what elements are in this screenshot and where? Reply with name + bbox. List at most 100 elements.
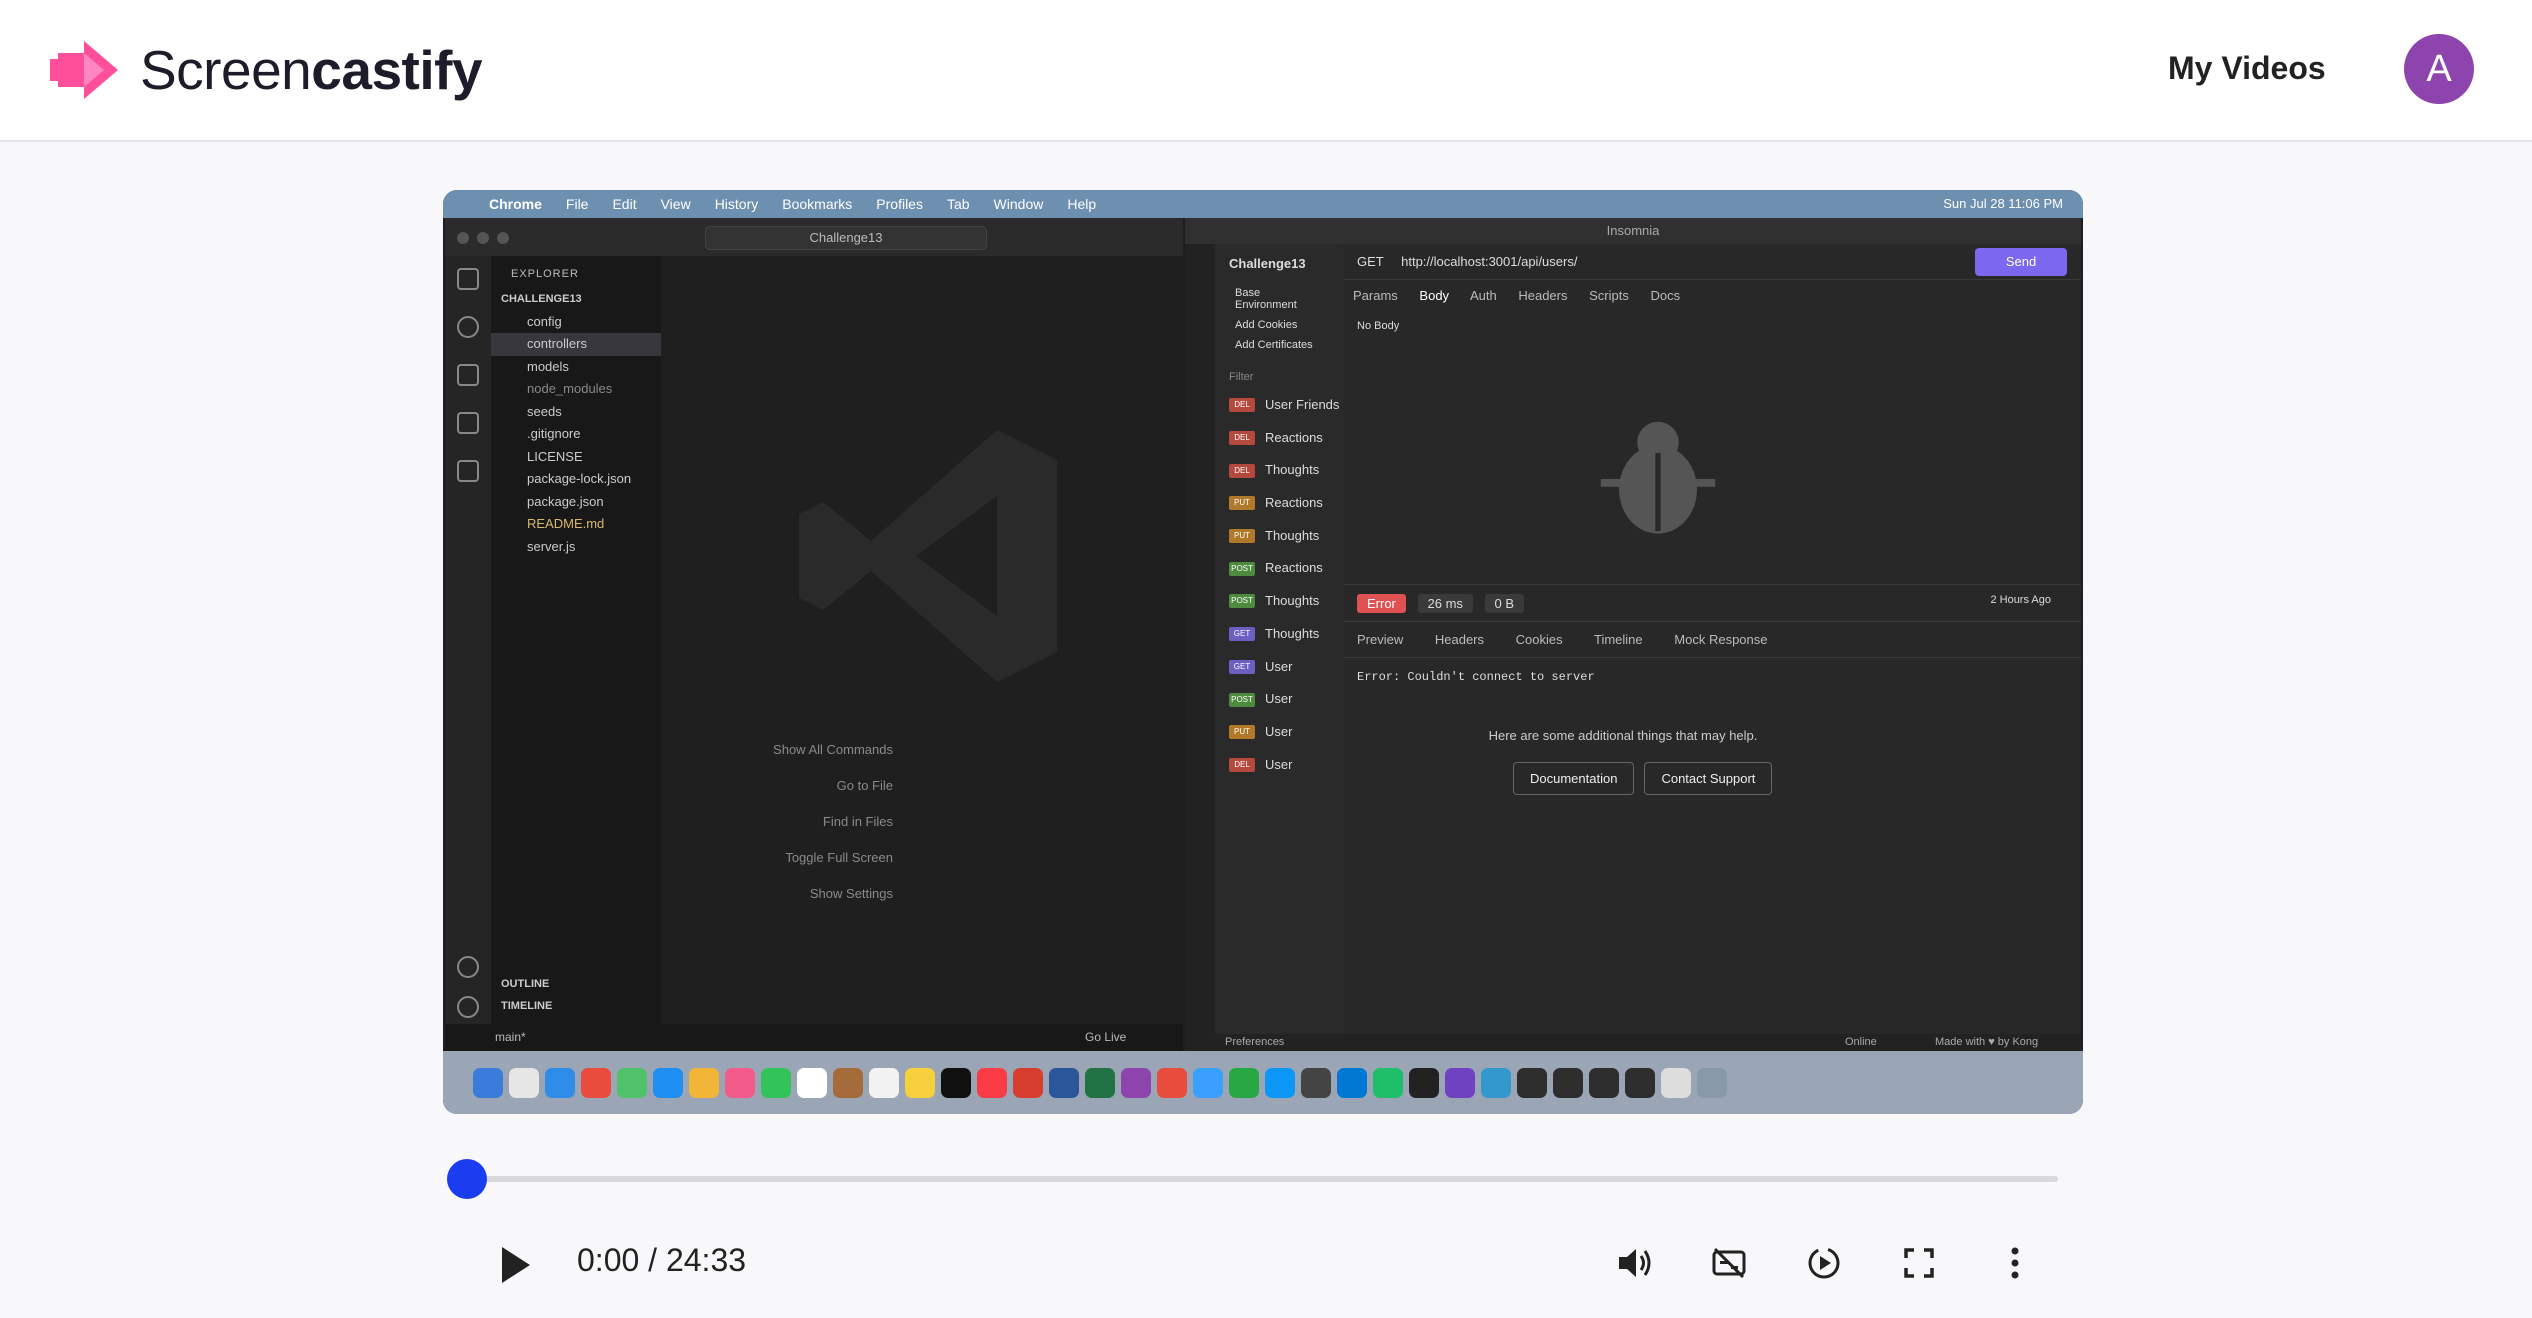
tab-scripts: Scripts [1589,288,1629,303]
avatar[interactable]: A [2404,34,2474,104]
request-item: DEL User [1215,749,1343,782]
volume-button[interactable] [1610,1238,1660,1288]
menu-item: Bookmarks [782,196,853,212]
file-item: package.json [527,493,604,509]
method-badge: GET [1229,627,1255,642]
request-item: POST User [1215,683,1343,716]
source-control-icon [457,364,479,386]
brand-logo[interactable]: Screencastify [48,38,483,102]
help-buttons: Documentation Contact Support [1513,762,1773,795]
body-type: No Body [1357,320,1400,332]
window-controls [457,232,509,244]
request-item: DEL Reactions [1215,422,1343,455]
file-item: config [527,313,562,329]
request-item: GET Thoughts [1215,618,1343,651]
shortcut-item: Toggle Full Screen [785,850,893,865]
response-time: 26 ms [1417,594,1473,613]
fullscreen-button[interactable] [1894,1238,1944,1288]
explorer-root: CHALLENGE13 [501,293,582,305]
response-when: 2 Hours Ago [1990,594,2051,606]
request-name: User [1265,756,1293,772]
shortcut-item: Show Settings [809,886,893,901]
current-time: 0:00 [577,1242,640,1278]
tab-preview: Preview [1357,632,1404,647]
files-icon [457,268,479,290]
playback-speed-button[interactable] [1799,1238,1849,1288]
error-badge: Error [1357,594,1406,613]
insomnia-statusbar: Preferences Online Made with ♥ by Kong [1185,1034,2081,1051]
tab-body: Body [1419,288,1450,303]
url-bar: GET http://localhost:3001/api/users/ Sen… [1343,244,2081,280]
contact-support-button: Contact Support [1644,762,1773,795]
send-button: Send [1975,248,2067,276]
file-item: node_modules [527,381,613,396]
method-badge: POST [1229,594,1255,609]
error-message: Error: Couldn't connect to server [1357,670,1595,684]
request-item: POST Reactions [1215,552,1343,585]
go-live: Go Live [1085,1030,1127,1044]
menu-item: View [660,196,691,212]
account-icon [457,956,479,978]
request-pane: GET http://localhost:3001/api/users/ Sen… [1343,244,2081,1034]
video-frame[interactable]: Chrome File Edit View History Bookmarks … [443,190,2083,1114]
my-videos-link[interactable]: My Videos [2168,50,2326,87]
vscode-window: Challenge13 EXPLORER CHALLENGE13 config … [445,218,1183,1051]
menu-item: Chrome [489,196,542,212]
shortcut-list: Show All Commands Go to File Find in Fil… [661,742,1183,922]
timeline-section: TIMELINE [501,1000,553,1012]
explorer-panel: EXPLORER CHALLENGE13 config controllers … [491,256,661,1024]
progress-thumb[interactable] [447,1159,487,1199]
captions-button[interactable] [1704,1238,1754,1288]
request-name: User [1265,658,1293,674]
shortcut-item: Go to File [836,778,893,793]
request-name: User [1265,723,1293,739]
file-item: package-lock.json [527,471,632,486]
method-badge: DEL [1229,757,1255,772]
method-badge: DEL [1229,431,1255,446]
extensions-icon [457,460,479,482]
request-item: DEL User Friends [1215,389,1343,422]
request-item: GET User [1215,651,1343,684]
request-name: Reactions [1265,429,1323,445]
method-badge: DEL [1229,463,1255,478]
duration: 24:33 [665,1242,747,1278]
volume-icon [1619,1249,1651,1277]
request-name: User [1265,691,1293,707]
activity-bar [445,256,491,1024]
request-name: Reactions [1265,495,1323,511]
insomnia-window: Insomnia Challenge13 Base Environment Ad… [1185,218,2081,1051]
request-name: Thoughts [1265,593,1320,609]
request-item: POST Thoughts [1215,585,1343,618]
progress-bar[interactable] [464,1176,2058,1182]
request-name: Reactions [1265,560,1323,576]
menu-item: File [565,196,589,212]
menubar-clock: Sun Jul 28 11:06 PM [1943,196,2063,211]
fullscreen-icon [1904,1248,1934,1278]
captions-off-icon [1712,1247,1746,1279]
app-header: Screencastify My Videos A [0,0,2532,142]
menu-item: Edit [612,196,637,212]
method-badge: POST [1229,561,1255,576]
request-list: DEL User Friends DEL Reactions DEL Thoughts PU… [1215,389,1343,781]
request-sidebar: Challenge13 Base Environment Add Cookies… [1215,244,1343,1034]
tab-auth: Auth [1469,288,1497,303]
file-item: README.md [527,516,605,531]
time-display: 0:00 / 24:33 [577,1242,746,1279]
help-text: Here are some additional things that may… [1488,728,1758,743]
request-name: Thoughts [1265,527,1320,543]
brand-name-part2: castify [311,39,483,101]
tab-docs: Docs [1650,288,1681,303]
response-status-bar: Error 26 ms 0 B 2 Hours Ago [1343,584,2081,622]
bug-icon [1600,421,1716,534]
request-item: PUT User [1215,716,1343,749]
preferences-label: Preferences [1225,1036,1285,1048]
menu-item: Tab [946,196,970,212]
play-button[interactable] [490,1240,540,1290]
more-options-button[interactable] [1990,1238,2040,1288]
vscode-titlebar: Challenge13 [445,218,1183,256]
method-badge: PUT [1229,496,1255,511]
tab-params: Params [1353,288,1398,303]
playback-speed-icon [1808,1247,1840,1279]
menu-item: History [714,196,759,212]
brand-name: Screencastify [140,38,483,102]
